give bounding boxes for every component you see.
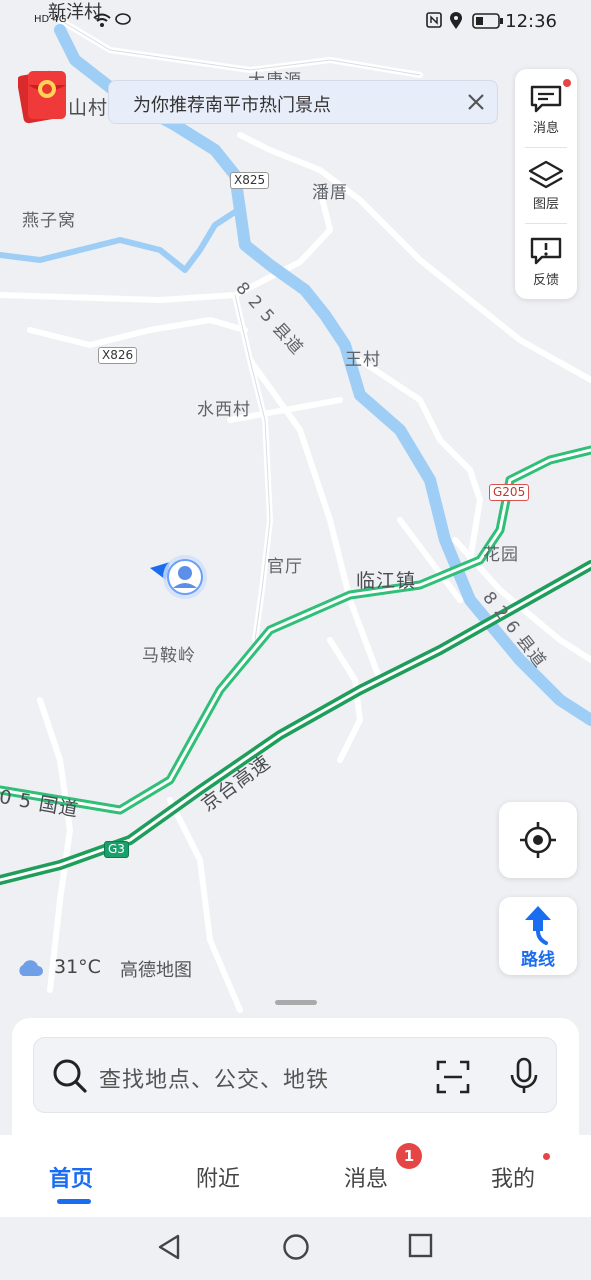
messages-unread-dot xyxy=(563,79,571,87)
messages-badge: 1 xyxy=(396,1143,422,1169)
bottom-sheet: 查找地点、公交、地铁 xyxy=(12,1018,579,1148)
map-label-yan-zi-wo: 燕子窝 xyxy=(22,211,76,231)
recents-nav-icon[interactable] xyxy=(408,1233,434,1263)
road-tag-g3: G3 xyxy=(104,841,129,858)
layers-tool-label: 图层 xyxy=(532,197,559,212)
map-label-shui-xi-cun: 水西村 xyxy=(197,400,251,420)
tab-mine[interactable]: 我的 xyxy=(491,1161,535,1193)
bottom-tab-bar: 首页 附近 消息 1 我的 xyxy=(0,1135,591,1217)
map-label-pan-cuo: 潘厝 xyxy=(312,183,348,203)
route-button[interactable]: 路线 xyxy=(499,897,577,975)
feedback-tool-button[interactable]: 反馈 xyxy=(515,225,577,297)
back-nav-icon[interactable] xyxy=(156,1233,182,1265)
road-tag-g205: G205 xyxy=(489,484,530,501)
map-label-ma-an-ling: 马鞍岭 xyxy=(142,646,196,666)
current-location-marker[interactable] xyxy=(150,550,212,602)
map-label-guan-ting: 官厅 xyxy=(267,557,303,577)
route-label: 路线 xyxy=(521,950,555,970)
search-icon xyxy=(52,1058,88,1098)
close-icon[interactable] xyxy=(463,89,489,115)
layers-icon xyxy=(515,159,577,191)
tab-home[interactable]: 首页 xyxy=(49,1161,93,1193)
layers-tool-button[interactable]: 图层 xyxy=(515,149,577,221)
mic-icon[interactable] xyxy=(509,1057,539,1099)
map-label-wang-cun: 王村 xyxy=(345,350,381,370)
red-envelope-icon[interactable] xyxy=(16,67,66,124)
map-tools-panel: 消息 图层 反馈 xyxy=(515,69,577,299)
chat-status-icon xyxy=(114,12,132,32)
scan-icon[interactable] xyxy=(436,1060,470,1098)
home-nav-icon[interactable] xyxy=(282,1233,310,1265)
search-placeholder: 查找地点、公交、地铁 xyxy=(99,1068,330,1093)
map-label-lin-jiang-zhen: 临江镇 xyxy=(356,570,417,592)
feedback-icon xyxy=(515,235,577,267)
map-label-hua-yuan: 花园 xyxy=(483,545,519,565)
network-indicator: HD 4G xyxy=(34,14,67,25)
nfc-icon xyxy=(426,12,442,32)
search-box[interactable]: 查找地点、公交、地铁 xyxy=(33,1037,557,1113)
status-time: 12:36 xyxy=(505,11,557,32)
active-tab-indicator xyxy=(57,1199,91,1204)
tool-divider xyxy=(525,147,567,148)
mine-unread-dot xyxy=(543,1153,550,1160)
recommendation-banner[interactable]: 为你推荐南平市热门景点 xyxy=(108,80,498,124)
tab-nearby[interactable]: 附近 xyxy=(196,1161,240,1193)
road-tag-x825: X825 xyxy=(230,172,270,189)
messages-tool-button[interactable]: 消息 xyxy=(515,73,577,145)
sheet-drag-handle[interactable] xyxy=(275,1000,317,1005)
feedback-tool-label: 反馈 xyxy=(532,273,559,288)
messages-tool-label: 消息 xyxy=(532,121,559,136)
locate-icon xyxy=(519,821,557,863)
tab-messages[interactable]: 消息 xyxy=(344,1161,388,1193)
location-status-icon xyxy=(449,12,463,34)
battery-icon xyxy=(472,13,504,33)
wifi-icon xyxy=(92,12,112,32)
map-provider-text: 高德地图 xyxy=(120,960,192,981)
temperature-text: 31°C xyxy=(54,956,101,978)
system-nav-bar xyxy=(0,1217,591,1280)
map-label-shan-cun: 山村 xyxy=(68,97,109,119)
cloud-icon xyxy=(16,958,44,983)
locate-me-button[interactable] xyxy=(499,802,577,878)
road-tag-x826: X826 xyxy=(98,347,138,364)
status-bar: 新洋村 HD 4G 12:36 xyxy=(0,0,591,44)
tool-divider xyxy=(525,223,567,224)
banner-text: 为你推荐南平市热门景点 xyxy=(133,95,331,116)
message-icon xyxy=(515,83,577,115)
route-arrow-icon xyxy=(524,905,554,949)
